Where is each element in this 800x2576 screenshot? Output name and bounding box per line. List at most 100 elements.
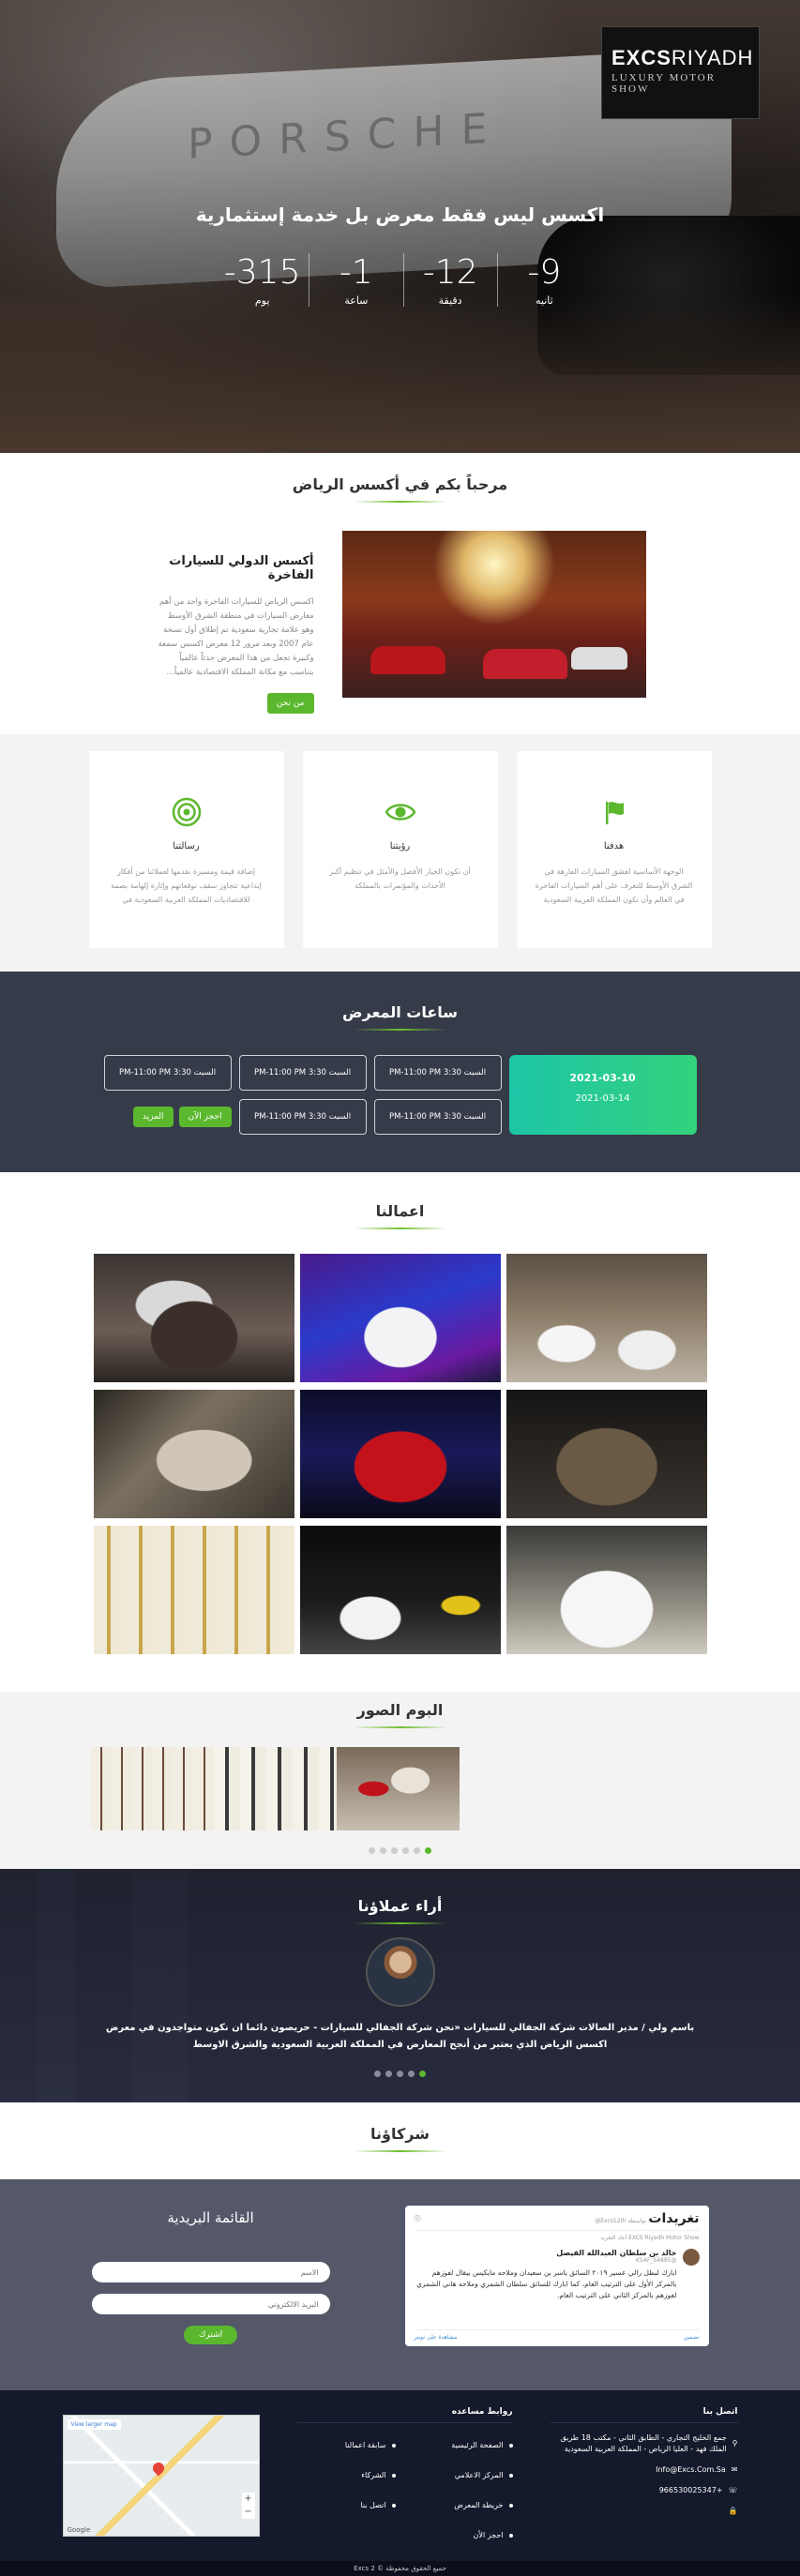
about-us-button[interactable]: من نحن [266,693,314,714]
image-car [570,647,627,670]
logo-brand-right: RIYADH [671,46,754,69]
footer-heading: اتصل بنا [550,2407,738,2423]
feature-card-mission: رسالتنا إضافة قيمة ومسيرة نقدمها لعملائن… [88,751,284,948]
footer-link-label: سابقة اعمالنا [344,2441,386,2449]
album-photo[interactable] [214,1747,337,1830]
carousel-dot[interactable] [414,1847,420,1854]
welcome-content: أكسس الدولي للسيارات الفاخرة اكسس الرياض… [0,531,800,714]
map-zoom-controls[interactable]: + − [241,2493,255,2519]
title-divider [353,1228,447,1229]
carousel-dot-active[interactable] [419,2071,426,2077]
countdown-value: 1- [339,253,373,292]
tweet-author[interactable]: خالد بن سلطان العبدالله الفيصل [415,2249,676,2257]
title-divider [353,501,447,503]
copyright-bar: جميع الحقوق محفوظة © Excs 2 [0,2561,800,2576]
countdown-label: دقيقة [438,294,462,307]
time-slot[interactable]: السبت 3:30 PM-11:00 PM [103,1055,232,1091]
feature-card-vision: رؤيتنا أن نكون الخيار الأفضل والأمثل في … [302,751,498,948]
work-image[interactable] [93,1526,294,1654]
subscribe-button[interactable]: اشترك [183,2326,238,2344]
carousel-dot[interactable] [380,1847,386,1854]
tweet[interactable]: خالد بن سلطان العبدالله الفيصل @KSAF_S48… [415,2249,700,2301]
footer-link[interactable]: الصفحة الرئيسية [415,2440,513,2451]
time-slot[interactable]: السبت 3:30 PM-11:00 PM [373,1098,502,1135]
image-car [482,649,567,679]
countdown-label: ساعة [344,294,369,307]
address-text: جمع الخليج التجاري - الطابق الثاني - مكت… [560,2433,727,2453]
carousel-dot[interactable] [408,2071,415,2077]
features-section: هدفنا الوجهة الأساسية لعشق السيارات الفا… [0,734,800,972]
info-icon[interactable]: ⓘ [415,2214,421,2223]
date-start: 2021-03-10 [569,1072,636,1084]
work-image[interactable] [93,1390,294,1518]
welcome-heading: أكسس الدولي للسيارات الفاخرة [169,554,314,582]
site-logo[interactable]: EXCSRIYADH LUXURY MOTOR SHOW [601,26,760,119]
carousel-dot[interactable] [385,2071,392,2077]
location-map[interactable]: View larger map + − Google [62,2415,260,2537]
work-image[interactable] [506,1526,707,1654]
more-button[interactable]: المزيد [132,1106,174,1127]
countdown-days: 315- يوم [216,253,309,307]
footer-link[interactable]: خريطة المعرض [415,2500,513,2511]
work-image[interactable] [299,1254,501,1382]
footer-link[interactable]: احجز الأن [415,2530,513,2541]
map-pin-icon[interactable] [150,2460,166,2477]
hours-actions: احجز الآن المزيد [104,1099,232,1136]
twitter-title: تغريدات [648,2211,700,2226]
countdown-value: 12- [422,253,478,292]
footer-phone[interactable]: ☏ +966530025347 [551,2485,738,2496]
view-larger-map-link[interactable]: View larger map [67,2419,121,2430]
countdown-label: يوم [254,294,270,307]
title-divider [353,1726,447,1728]
footer-link[interactable]: اتصل بنا [297,2500,396,2511]
work-image[interactable] [93,1254,294,1382]
twitter-by[interactable]: بواسطة ‎@Excs12th [595,2218,646,2224]
footer-link[interactable]: المركز الاعلامي [415,2470,513,2481]
footer-link-label: الشركاء [361,2471,386,2479]
footer-link[interactable]: سابقة اعمالنا [297,2440,396,2451]
footer-heading: روابط مساعده [296,2407,513,2423]
section-title: ساعات المعرض [341,1003,459,1021]
album-photo[interactable] [337,1747,460,1830]
footer-link-label: احجز الأن [473,2531,504,2539]
album-photo[interactable] [91,1747,214,1830]
countdown-seconds: 9- ثانيه [496,253,591,307]
carousel-dot[interactable] [402,1847,409,1854]
footer-contact: اتصل بنا ⚲ جمع الخليج التجاري - الطابق ال… [550,2407,738,2561]
footer-link-label: الصفحة الرئيسية [451,2441,504,2449]
embed-link[interactable]: تضمين [684,2334,700,2341]
name-input[interactable] [91,2262,330,2282]
work-image[interactable] [299,1390,501,1518]
feature-title: رسالتنا [173,841,200,851]
book-now-button[interactable]: احجز الآن [178,1106,232,1127]
carousel-dot[interactable] [374,2071,381,2077]
carousel-dot[interactable] [369,1847,375,1854]
time-slot[interactable]: السبت 3:30 PM-11:00 PM [238,1055,367,1091]
footer-link[interactable]: الشركاء [297,2470,396,2481]
footer-lock: 🔒 [551,2506,738,2517]
exhibition-hours-section: ساعات المعرض السبت 3:30 PM-11:00 PM السب… [0,972,800,1172]
carousel-dot[interactable] [397,2071,403,2077]
tweet-handle[interactable]: @KSAF_S4885 [415,2257,677,2264]
retweet-notice: EXCS Riyadh Motor Show أعاد التغريد [600,2235,700,2241]
time-slot[interactable]: السبت 3:30 PM-11:00 PM [373,1055,502,1091]
email-input[interactable] [91,2294,330,2314]
view-on-twitter-link[interactable]: مشاهدة على تويتر [415,2334,458,2341]
carousel-dot-active[interactable] [425,1847,431,1854]
time-slot[interactable]: السبت 3:30 PM-11:00 PM [238,1098,367,1135]
hero-title: اكسس ليس فقط معرض بل خدمة إستثمارية [195,203,605,226]
carousel-dot[interactable] [391,1847,398,1854]
testimonials-section: أراء عملاؤنا باسم ولي / مدير الصالات شرك… [0,1869,800,2102]
section-title: شركاؤنا [370,2125,430,2143]
work-image[interactable] [506,1390,707,1518]
work-image[interactable] [506,1254,707,1382]
location-icon: ⚲ [732,2439,738,2448]
work-image[interactable] [299,1526,501,1654]
footer-email[interactable]: ✉ Info@Excs.Com.Sa [551,2464,737,2476]
title-divider [353,1029,447,1031]
hero-banner: PORSCHE EXCSRIYADH LUXURY MOTOR SHOW اكس… [0,0,800,453]
tweet-avatar [682,2249,700,2266]
logo-subtitle: LUXURY MOTOR SHOW [611,72,717,95]
section-title: أراء عملاؤنا [357,1897,443,1915]
tweet-body: ابارك لبطل رالي عسير ٢٠١٩ السائق ياسر بن… [416,2268,677,2299]
